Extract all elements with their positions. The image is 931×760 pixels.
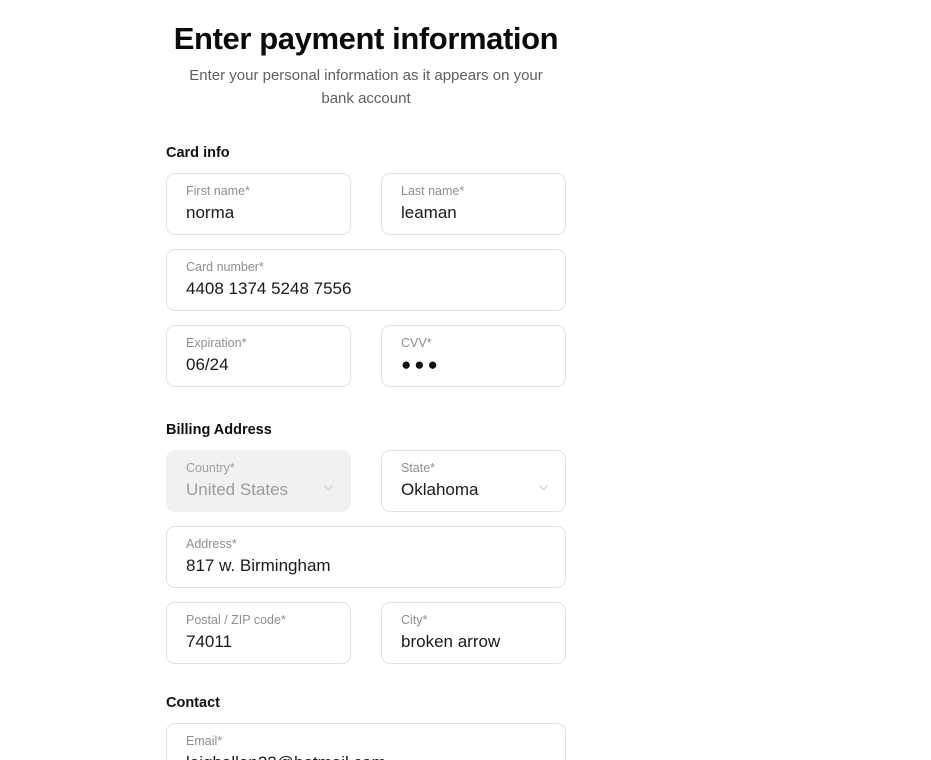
country-select: Country* United States <box>166 450 351 512</box>
expiration-value: 06/24 <box>186 355 229 374</box>
expiration-field[interactable]: Expiration* 06/24 <box>166 325 351 387</box>
postal-code-value: 74011 <box>186 632 233 651</box>
email-field[interactable]: Email* leighallen22@hotmail.com <box>166 723 566 760</box>
address-label: Address* <box>186 537 237 551</box>
last-name-field[interactable]: Last name* leaman <box>381 173 566 235</box>
page-subtitle: Enter your personal information as it ap… <box>189 67 543 107</box>
form-row: Card number* 4408 1374 5248 7556 <box>166 249 566 311</box>
address-field[interactable]: Address* 817 w. Birmingham <box>166 526 566 588</box>
form-row: Address* 817 w. Birmingham <box>166 526 566 588</box>
section-contact: Contact Email* leighallen22@hotmail.com <box>166 694 566 760</box>
state-label: State* <box>401 461 436 475</box>
postal-code-label: Postal / ZIP code* <box>186 613 286 627</box>
city-label: City* <box>401 613 428 627</box>
first-name-label: First name* <box>186 184 250 198</box>
expiration-label: Expiration* <box>186 336 247 350</box>
email-label: Email* <box>186 734 223 748</box>
page-title: Enter payment information <box>173 21 559 56</box>
form-row: Postal / ZIP code* 74011 City* broken ar… <box>166 602 566 664</box>
section-card-info: Card info First name* norma Last name* l… <box>166 144 566 387</box>
address-value: 817 w. Birmingham <box>186 556 331 575</box>
last-name-value: leaman <box>401 203 457 222</box>
last-name-label: Last name* <box>401 184 465 198</box>
section-billing-address: Billing Address Country* United States S… <box>166 421 566 664</box>
first-name-field[interactable]: First name* norma <box>166 173 351 235</box>
country-label: Country* <box>186 461 235 475</box>
form-row: Expiration* 06/24 CVV* ●●● <box>166 325 566 387</box>
email-value: leighallen22@hotmail.com <box>186 750 551 760</box>
payment-form-page: Enter payment information Enter your per… <box>0 0 931 760</box>
card-number-value: 4408 1374 5248 7556 <box>186 279 352 298</box>
state-value: Oklahoma <box>401 480 479 499</box>
first-name-value: norma <box>186 203 235 222</box>
form-row: Country* United States State* Oklahoma <box>166 450 566 512</box>
form-row: First name* norma Last name* leaman <box>166 173 566 235</box>
page-header: Enter payment information Enter your per… <box>166 0 566 110</box>
cvv-label: CVV* <box>401 336 432 350</box>
card-number-label: Card number* <box>186 260 264 274</box>
section-heading-billing-address: Billing Address <box>166 422 272 438</box>
city-value: broken arrow <box>401 632 501 651</box>
state-select[interactable]: State* Oklahoma <box>381 450 566 512</box>
section-heading-card-info: Card info <box>166 145 230 161</box>
card-number-field[interactable]: Card number* 4408 1374 5248 7556 <box>166 249 566 311</box>
country-value: United States <box>186 480 289 499</box>
city-field[interactable]: City* broken arrow <box>381 602 566 664</box>
postal-code-field[interactable]: Postal / ZIP code* 74011 <box>166 602 351 664</box>
form-row: Email* leighallen22@hotmail.com <box>166 723 566 760</box>
form-column: Enter payment information Enter your per… <box>166 0 566 760</box>
cvv-value-masked: ●●● <box>401 355 441 374</box>
cvv-field[interactable]: CVV* ●●● <box>381 325 566 387</box>
section-heading-contact: Contact <box>166 695 220 711</box>
